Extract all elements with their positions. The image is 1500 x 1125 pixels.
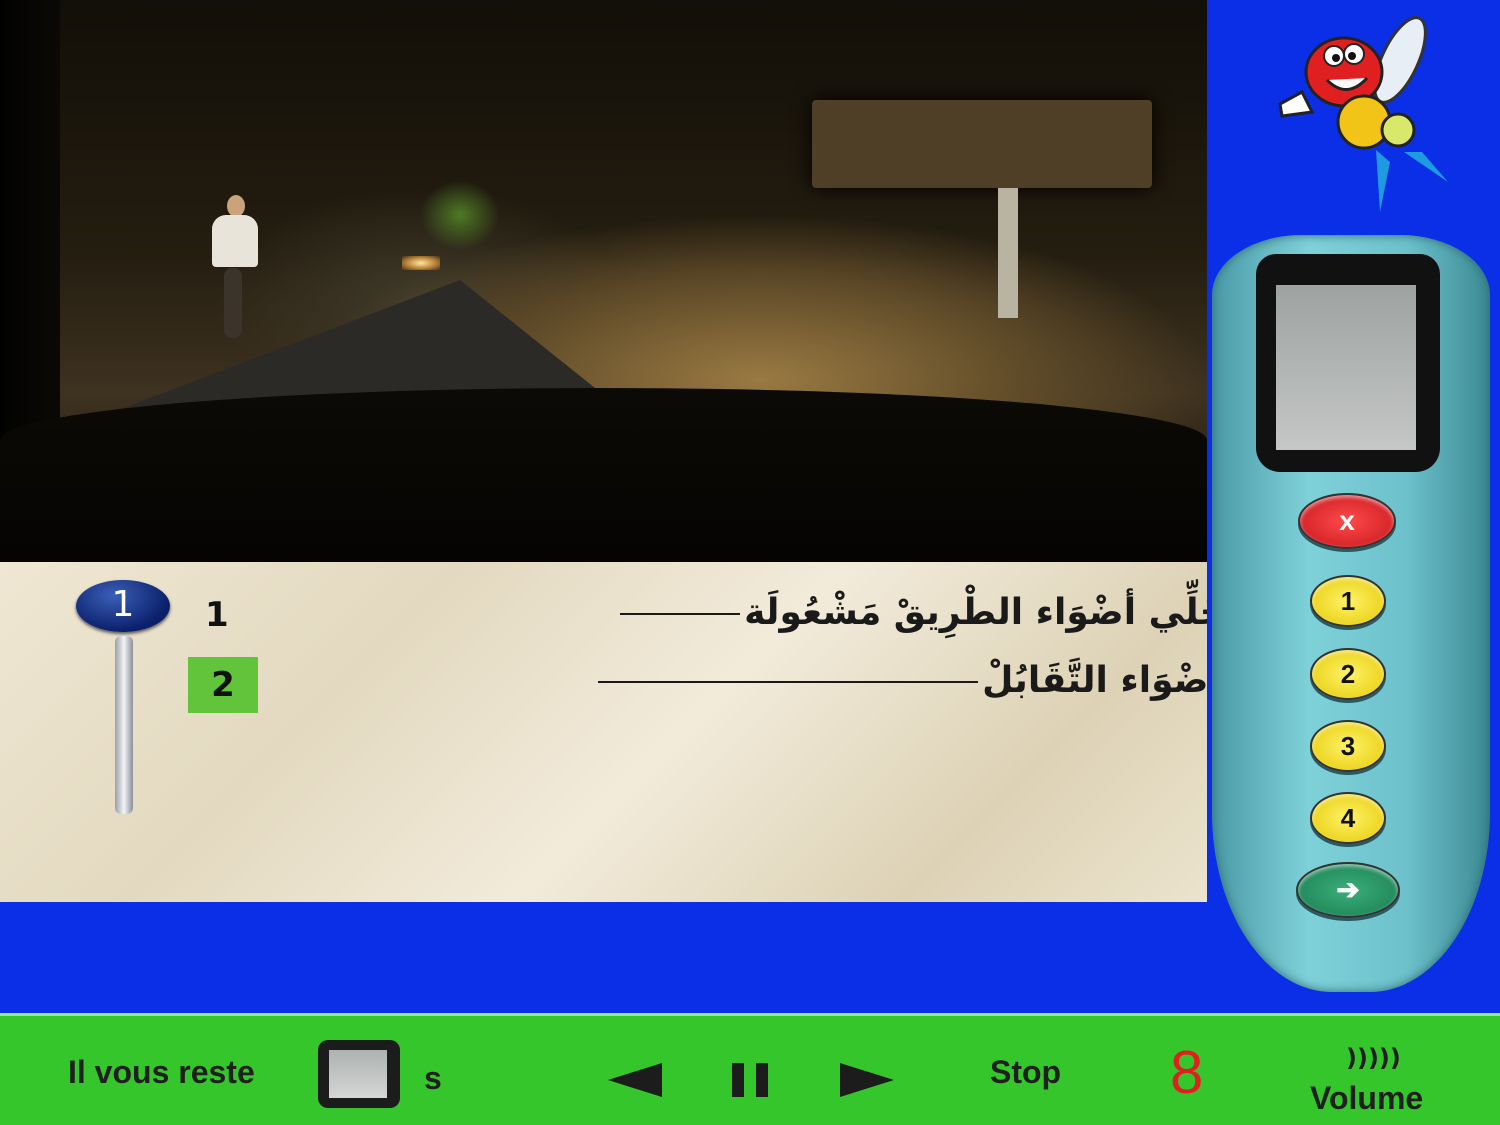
previous-icon[interactable] [608,1063,662,1097]
answer-button-1[interactable]: 1 [1310,575,1386,627]
confirm-button[interactable]: ➔ [1296,862,1400,918]
cyclist [212,215,258,267]
dashboard [0,388,1207,562]
answer-line-1 [620,613,741,615]
scene-billboard-pole [998,188,1018,318]
answer-button-3[interactable]: 3 [1310,720,1386,772]
mascot-icon [1278,16,1448,212]
question-badge-pole [115,636,133,814]
stop-button[interactable]: Stop [990,1054,1061,1091]
oncoming-car-lights [402,256,440,270]
cancel-button[interactable]: x [1298,493,1396,549]
next-icon[interactable] [840,1063,894,1097]
timer-display [318,1040,400,1108]
answer-button-2[interactable]: 2 [1310,648,1386,700]
scene-foliage [420,180,500,250]
volume-button[interactable]: Volume [1310,1080,1423,1117]
timer-screen [329,1050,387,1098]
question-number-badge: 1 [76,580,170,632]
scene-image [0,0,1207,562]
pause-bar-right [756,1063,768,1097]
question-counter: 8 [1170,1039,1204,1106]
answer-button-4[interactable]: 4 [1310,792,1386,844]
time-remaining-label: Il vous reste [68,1054,255,1090]
answer-number-1: 1 [205,595,229,635]
answer-line-2 [598,681,979,683]
answer-number-2-selected: 2 [188,657,258,713]
bicycle [224,268,242,338]
volume-icon[interactable]: ))))) [1346,1044,1401,1072]
scene-billboard [812,100,1152,188]
remote-display [1276,285,1416,450]
pause-bar-left [732,1063,744,1097]
pause-icon[interactable] [732,1063,770,1097]
seconds-label: s [424,1060,442,1096]
cyclist-head [227,195,245,217]
